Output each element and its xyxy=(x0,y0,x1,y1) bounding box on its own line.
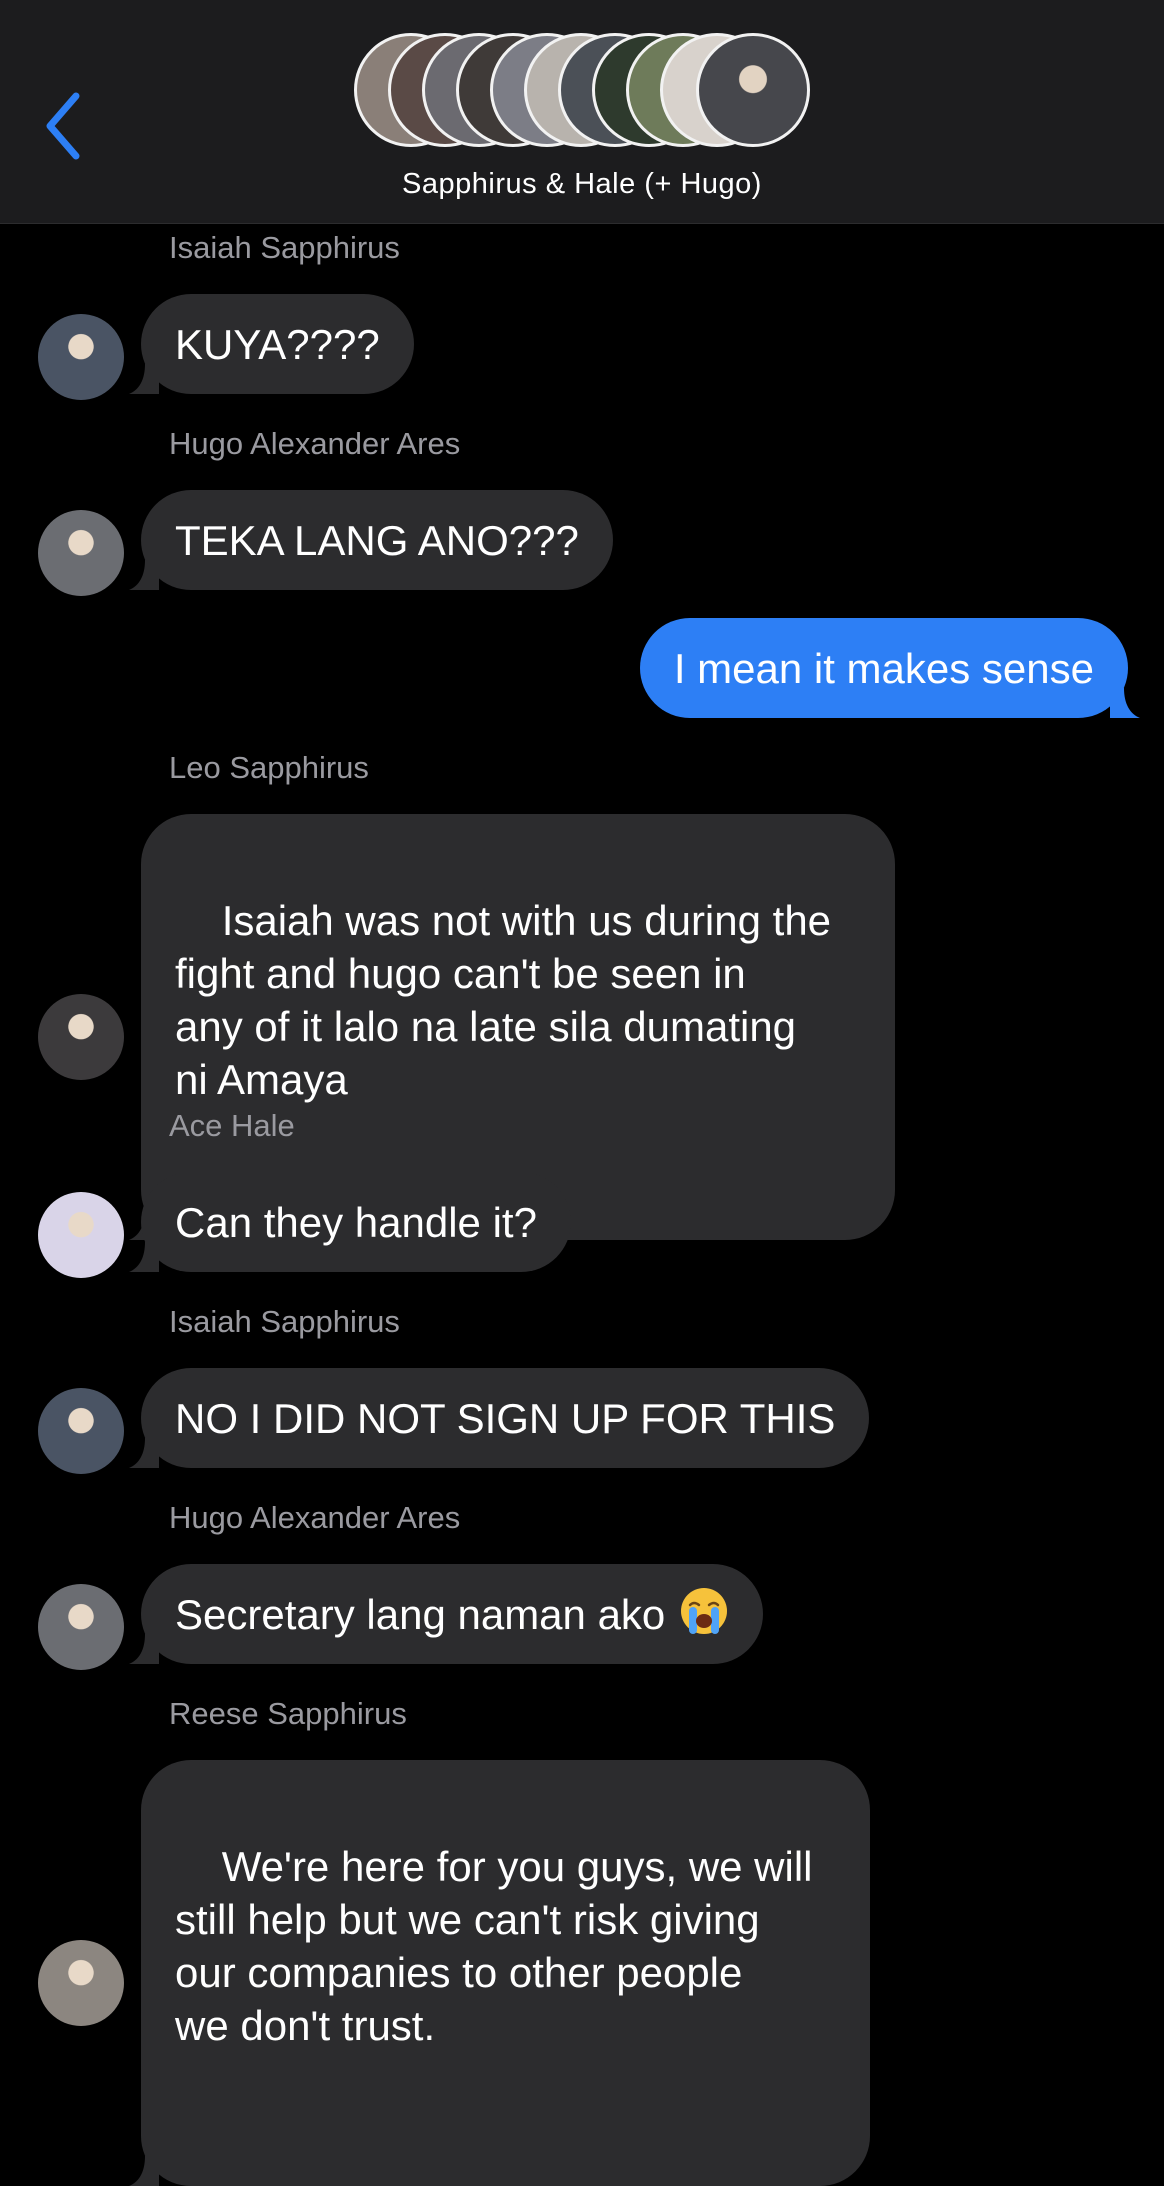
sender-name: Ace Hale xyxy=(169,1108,295,1143)
message-text: I mean it makes sense xyxy=(673,644,1094,692)
message-bubble[interactable]: Secretary lang naman ako xyxy=(129,1564,764,1664)
message-bubble[interactable]: We're here for you guys, we will still h… xyxy=(129,1760,870,2186)
avatar[interactable] xyxy=(38,314,124,400)
sender-name: Hugo Alexander Ares xyxy=(169,426,461,461)
outgoing-message-bubble[interactable]: I mean it makes sense xyxy=(639,618,1140,718)
message-text: We're here for you guys, we will still h… xyxy=(175,1843,813,2049)
bubble-tail xyxy=(129,1242,159,1272)
message-bubble[interactable]: TEKA LANG ANO??? xyxy=(129,490,613,590)
group-member-avatar xyxy=(696,33,810,147)
message-bubble[interactable]: NO I DID NOT SIGN UP FOR THIS xyxy=(129,1368,870,1468)
sender-name: Reese Sapphirus xyxy=(169,1696,407,1731)
sender-name: Leo Sapphirus xyxy=(169,750,369,785)
message-list[interactable]: Isaiah Sapphirus KUYA???? Hugo Alexander… xyxy=(0,224,1164,2186)
back-button[interactable] xyxy=(40,88,90,164)
avatar[interactable] xyxy=(38,1388,124,1474)
avatar[interactable] xyxy=(38,1584,124,1670)
avatar[interactable] xyxy=(38,994,124,1080)
bubble-tail xyxy=(129,560,159,590)
bubble-tail xyxy=(129,2156,159,2186)
message-text: Isaiah was not with us during the fight … xyxy=(175,897,832,1103)
bubble-tail xyxy=(129,1634,159,1664)
loudly-crying-face-icon xyxy=(681,1588,728,1634)
message-bubble[interactable]: Can they handle it? xyxy=(129,1172,571,1272)
chat-header: Sapphirus & Hale (+ Hugo) xyxy=(0,0,1164,224)
bubble-tail xyxy=(129,364,159,394)
sender-name: Hugo Alexander Ares xyxy=(169,1500,461,1535)
sender-name: Isaiah Sapphirus xyxy=(169,1304,400,1339)
sender-name: Isaiah Sapphirus xyxy=(169,230,400,265)
bubble-tail xyxy=(1110,688,1140,718)
message-text: TEKA LANG ANO??? xyxy=(175,516,579,564)
message-text: KUYA???? xyxy=(175,320,380,368)
avatar[interactable] xyxy=(38,1192,124,1278)
group-avatar-stack[interactable] xyxy=(354,33,810,151)
avatar[interactable] xyxy=(38,1940,124,2026)
avatar[interactable] xyxy=(38,510,124,596)
chevron-left-icon xyxy=(46,92,80,160)
message-text: NO I DID NOT SIGN UP FOR THIS xyxy=(175,1394,836,1442)
message-bubble[interactable]: KUYA???? xyxy=(129,294,414,394)
bubble-tail xyxy=(129,1438,159,1468)
message-text: Can they handle it? xyxy=(175,1198,537,1246)
message-text: Secretary lang naman ako xyxy=(175,1590,666,1638)
chat-title[interactable]: Sapphirus & Hale (+ Hugo) xyxy=(0,168,1164,201)
